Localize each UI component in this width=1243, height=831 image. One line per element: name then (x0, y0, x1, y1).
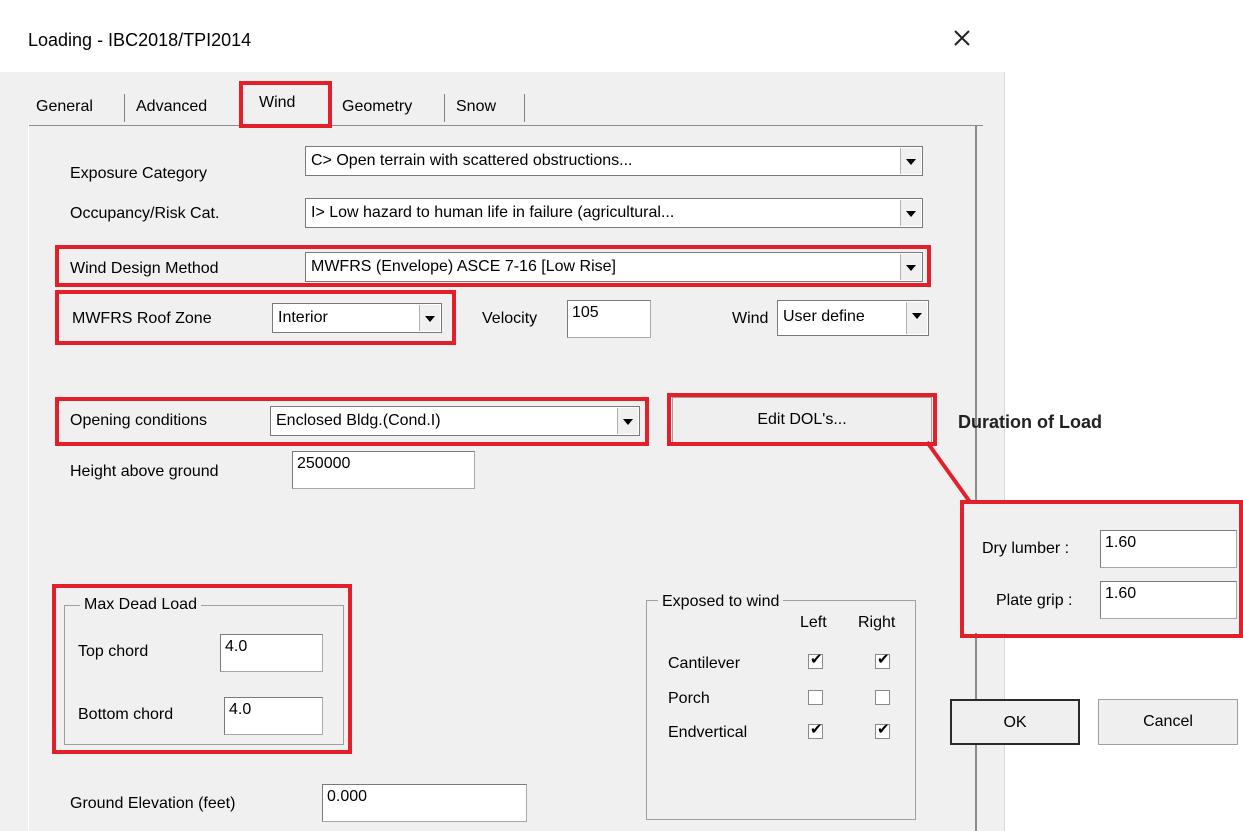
wind-select[interactable]: User define (777, 300, 929, 336)
ground-elevation-label: Ground Elevation (feet) (70, 795, 236, 812)
opening-conditions-label: Opening conditions (70, 412, 207, 429)
velocity-label: Velocity (482, 310, 538, 327)
exposed-to-wind-title: Exposed to wind (658, 593, 784, 611)
window-title: Loading - IBC2018/TPI2014 (28, 30, 252, 50)
tab-strip-line (28, 125, 983, 126)
wind-design-method-label: Wind Design Method (70, 260, 219, 277)
height-above-ground-label: Height above ground (70, 463, 219, 480)
chevron-down-icon[interactable] (906, 302, 927, 334)
checkmark-icon: ✔ (877, 721, 890, 738)
exposure-category-value: C> Open terrain with scattered obstructi… (311, 152, 633, 169)
ground-elevation-input[interactable]: 0.000 (322, 784, 527, 822)
close-button[interactable] (940, 20, 984, 56)
cantilever-label: Cantilever (668, 655, 741, 672)
chevron-down-icon[interactable] (617, 408, 638, 434)
roof-zone-label: MWFRS Roof Zone (72, 310, 212, 327)
tab-divider (444, 94, 445, 122)
tab-advanced[interactable]: Advanced (136, 98, 207, 116)
roof-zone-value: Interior (278, 309, 328, 326)
velocity-input[interactable]: 105 (567, 300, 651, 338)
chevron-down-icon[interactable] (900, 148, 921, 174)
tab-divider (124, 94, 125, 122)
tab-page-left-border (28, 125, 29, 831)
occupancy-value: I> Low hazard to human life in failure (… (311, 204, 675, 221)
exposure-category-label: Exposure Category (70, 165, 207, 182)
chevron-down-icon[interactable] (419, 305, 440, 331)
tab-divider (524, 94, 525, 122)
tab-general[interactable]: General (36, 98, 93, 116)
max-dead-load-title: Max Dead Load (80, 596, 201, 614)
endvertical-left-checkbox[interactable]: ✔ (808, 721, 823, 739)
dry-lumber-input[interactable]: 1.60 (1100, 530, 1237, 568)
endvertical-label: Endvertical (668, 724, 748, 741)
top-chord-label: Top chord (78, 643, 149, 660)
endvertical-right-checkbox[interactable]: ✔ (875, 721, 890, 739)
porch-right-checkbox[interactable] (875, 690, 890, 705)
occupancy-select[interactable]: I> Low hazard to human life in failure (… (305, 198, 923, 228)
wind-design-method-value: MWFRS (Envelope) ASCE 7-16 [Low Rise] (311, 258, 616, 275)
porch-label: Porch (668, 690, 710, 707)
top-chord-input[interactable]: 4.0 (220, 634, 323, 672)
tab-geometry[interactable]: Geometry (342, 98, 412, 116)
edit-dols-button[interactable]: Edit DOL's... (672, 397, 932, 443)
exposed-to-wind-group (646, 600, 916, 820)
checkmark-icon: ✔ (810, 721, 823, 738)
checkmark-icon: ✔ (877, 651, 890, 668)
cancel-button[interactable]: Cancel (1098, 699, 1238, 745)
col-right-label: Right (858, 614, 896, 631)
occupancy-label: Occupancy/Risk Cat. (70, 205, 220, 222)
wind-design-method-select[interactable]: MWFRS (Envelope) ASCE 7-16 [Low Rise] (305, 252, 923, 282)
ok-button[interactable]: OK (950, 699, 1080, 745)
bottom-chord-label: Bottom chord (78, 706, 174, 723)
col-left-label: Left (800, 614, 827, 631)
close-icon (954, 30, 970, 46)
roof-zone-select[interactable]: Interior (272, 303, 442, 333)
wind-value: User define (783, 308, 865, 325)
opening-conditions-select[interactable]: Enclosed Bldg.(Cond.I) (270, 406, 640, 436)
wind-label: Wind (732, 310, 769, 327)
chevron-down-icon[interactable] (900, 254, 921, 280)
height-above-ground-input[interactable]: 250000 (292, 451, 475, 489)
tab-snow[interactable]: Snow (456, 98, 496, 116)
bottom-chord-input[interactable]: 4.0 (224, 697, 323, 735)
plate-grip-input[interactable]: 1.60 (1100, 581, 1237, 619)
duration-of-load-title: Duration of Load (958, 412, 1102, 432)
exposure-category-select[interactable]: C> Open terrain with scattered obstructi… (305, 146, 923, 176)
cantilever-left-checkbox[interactable]: ✔ (808, 651, 823, 669)
opening-conditions-value: Enclosed Bldg.(Cond.I) (276, 412, 441, 429)
dry-lumber-label: Dry lumber : (982, 540, 1070, 557)
plate-grip-label: Plate grip : (996, 592, 1073, 609)
porch-left-checkbox[interactable] (808, 690, 823, 705)
tab-wind[interactable]: Wind (259, 94, 295, 112)
chevron-down-icon[interactable] (900, 200, 921, 226)
checkmark-icon: ✔ (810, 651, 823, 668)
cantilever-right-checkbox[interactable]: ✔ (875, 651, 890, 669)
